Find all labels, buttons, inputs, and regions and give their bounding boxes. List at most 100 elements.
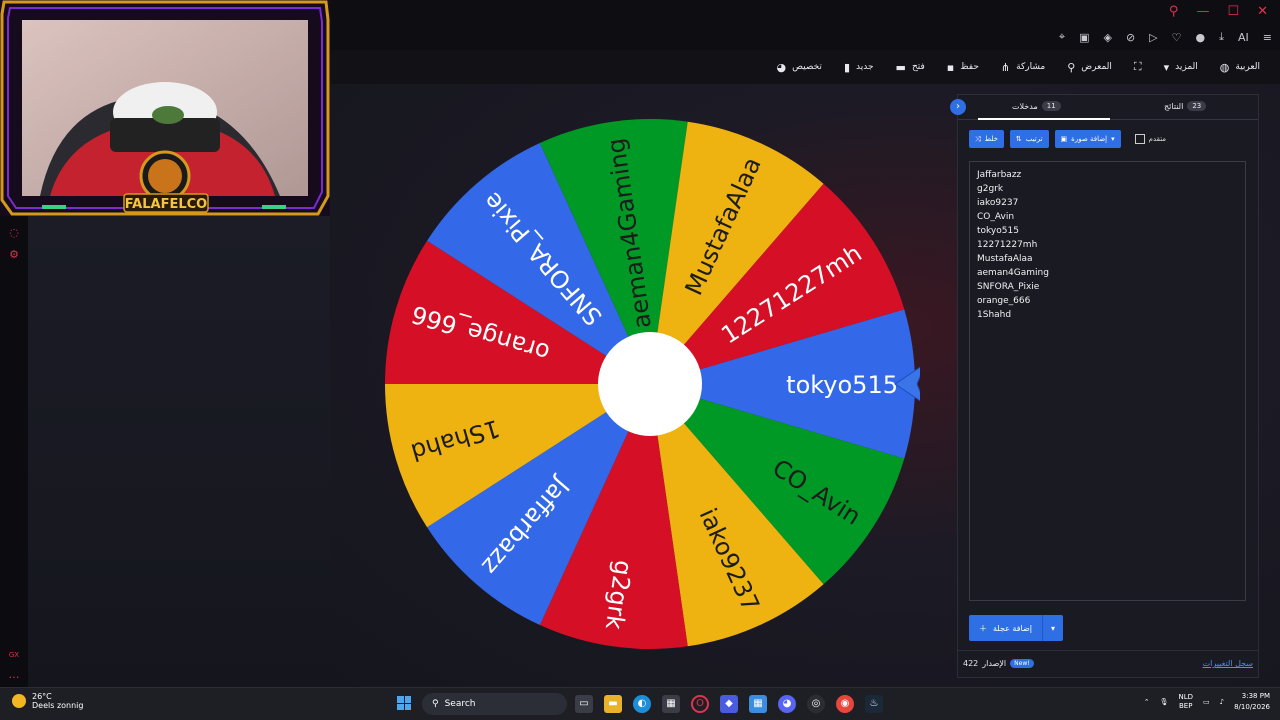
snapshot-icon[interactable]: ▣ (1079, 31, 1089, 44)
entry-line: tokyo515 (977, 226, 1019, 236)
volume-icon[interactable]: ♪ (1220, 698, 1224, 706)
toolbar-share[interactable]: ⋔ مشاركة (1001, 61, 1045, 74)
profile-icon[interactable]: ● (1196, 31, 1206, 44)
entries-count-badge: 11 (1041, 101, 1061, 111)
active-tab-underline (978, 118, 1110, 120)
toolbar-new[interactable]: ▮ جديد (844, 61, 874, 74)
weather-widget[interactable]: 26°C Deels zonnig (12, 692, 83, 710)
webcam-overlay: FALAFELCO (0, 0, 330, 216)
windows-app-icon[interactable]: ▦ (749, 695, 767, 713)
shuffle-button[interactable]: ⤨ خلط (969, 130, 1004, 148)
entry-line: 12271227mh (977, 240, 1038, 250)
clock[interactable]: 3:38 PM 8/10/2026 (1234, 691, 1270, 713)
adblock-icon[interactable]: ⊘ (1126, 31, 1135, 44)
wheel-center-hub[interactable] (598, 332, 702, 436)
sidebar-chat-icon[interactable]: ◌ (7, 226, 21, 240)
checkbox-box[interactable] (1134, 134, 1145, 144)
left-stage (28, 216, 330, 688)
sidebar-settings-icon[interactable]: ⚙ (7, 248, 21, 262)
toolbar-fullscreen[interactable]: ⛶ (1134, 60, 1142, 74)
entry-line: orange_666 (977, 296, 1031, 306)
advanced-checkbox[interactable]: متقدم (1134, 134, 1166, 144)
toolbar-customize[interactable]: ◕ تخصيص (776, 61, 821, 74)
share-icon: ⋔ (1000, 60, 1011, 74)
spin-wheel[interactable]: tokyo515CO_Aviniako9237g2grkJaffarbazz1S… (380, 114, 920, 654)
toolbar-language[interactable]: ◍ العربية (1220, 61, 1260, 74)
changelog-link[interactable]: سجل التغييرات (1203, 659, 1253, 668)
app-icon[interactable]: ◆ (720, 695, 738, 713)
shield-icon[interactable]: ◈ (1103, 31, 1111, 44)
file-icon: ▮ (843, 60, 851, 74)
add-wheel-button[interactable]: ＋ إضافة عجلة (969, 615, 1042, 641)
palette-icon: ◕ (776, 60, 787, 74)
tab-entries[interactable]: مدخلات 11 (1012, 101, 1061, 111)
chrome-icon[interactable]: ◉ (836, 695, 854, 713)
panel-tabs: › مدخلات 11 النتائج 23 (950, 95, 1258, 120)
results-count-badge: 23 (1187, 101, 1207, 111)
collapse-panel-button[interactable]: › (950, 99, 966, 115)
start-button[interactable] (397, 696, 411, 710)
ai-button[interactable]: AI (1238, 31, 1249, 44)
toolbar-more[interactable]: ▾ المزيد (1164, 61, 1198, 74)
save-icon: ▪ (946, 60, 955, 74)
language-indicator[interactable]: NLD BEP (1178, 693, 1193, 711)
entries-actions: ⤨ خلط ⇅ ترتيب ▣ إضافة صورة ▾ متقدم (969, 130, 1166, 148)
sort-icon: ⇅ (1015, 135, 1022, 143)
image-icon: ▣ (1060, 135, 1068, 143)
microphone-icon[interactable]: 🎙 (1160, 698, 1169, 706)
entry-line: aeman4Gaming (977, 268, 1049, 278)
file-explorer-icon[interactable]: ▬ (604, 695, 622, 713)
obs-icon[interactable]: ◎ (807, 695, 825, 713)
play-icon[interactable]: ▷ (1149, 31, 1157, 44)
menu-icon[interactable]: ≡ (1263, 31, 1272, 44)
wheel-segment-label: tokyo515 (786, 371, 898, 399)
close-icon[interactable]: ✕ (1257, 4, 1268, 19)
task-view-icon[interactable]: ▭ (575, 695, 593, 713)
opera-gx-icon[interactable]: O (691, 695, 709, 713)
pin-icon[interactable]: ⌖ (1059, 30, 1065, 44)
system-tray: ⌃ 🎙 NLD BEP ▭ ♪ 3:38 PM 8/10/2026 (1144, 691, 1270, 713)
tab-results[interactable]: النتائج 23 (1164, 101, 1207, 111)
taskbar-search[interactable]: ⚲ Search (422, 693, 567, 715)
entries-panel: › مدخلات 11 النتائج 23 ⤨ خلط ⇅ ترتيب ▣ إضاف… (950, 94, 1259, 678)
webcam-brand-logo: FALAFELCO (125, 197, 207, 212)
minimize-icon[interactable]: — (1196, 4, 1209, 19)
extensions-row: ⌖ ▣ ◈ ⊘ ▷ ♡ ● ⤓ AI ≡ (1059, 30, 1272, 44)
download-icon[interactable]: ⤓ (1219, 30, 1224, 44)
fullscreen-icon: ⛶ (1133, 60, 1142, 73)
entry-line: Jaffarbazz (977, 170, 1022, 180)
add-wheel-group: ＋ إضافة عجلة ▾ (969, 615, 1063, 641)
steam-icon[interactable]: ♨ (865, 695, 883, 713)
entry-line: 1Shahd (977, 310, 1012, 320)
taskbar: 26°C Deels zonnig ⚲ Search ▭ ▬ ◐ ▦ O ◆ ▦ … (0, 687, 1280, 720)
caret-down-icon: ▾ (1163, 60, 1170, 74)
add-image-button[interactable]: ▣ إضافة صورة ▾ (1054, 130, 1121, 148)
search-icon[interactable]: ⚲ (1169, 4, 1179, 19)
version-info: 422 الإصدار New! (963, 659, 1034, 668)
entries-textarea[interactable]: Jaffarbazz g2grk iako9237 CO_Avin tokyo515 12… (969, 161, 1246, 601)
sidebar-more-icon[interactable]: … (7, 668, 21, 682)
entry-line: MustafaAlaa (977, 254, 1033, 264)
window-controls: ⚲ — ☐ ✕ (1169, 4, 1268, 19)
toolbar-gallery[interactable]: ⚲ المعرض (1067, 61, 1112, 74)
new-badge: New! (1010, 659, 1034, 668)
heart-icon[interactable]: ♡ (1172, 31, 1182, 44)
display-icon[interactable]: ▭ (1203, 698, 1210, 706)
toolbar-save[interactable]: ▪ حفظ (947, 61, 979, 74)
entry-line: iako9237 (977, 198, 1019, 208)
maximize-icon[interactable]: ☐ (1227, 4, 1239, 19)
entry-line: CO_Avin (977, 212, 1015, 222)
sort-button[interactable]: ⇅ ترتيب (1009, 130, 1049, 148)
sidebar-gx-icon[interactable]: GX (7, 648, 21, 662)
toolbar-open[interactable]: ▬ فتح (896, 61, 925, 74)
search-icon: ⚲ (432, 699, 439, 709)
globe-icon: ◍ (1219, 60, 1230, 74)
edge-icon[interactable]: ◐ (633, 695, 651, 713)
add-wheel-dropdown[interactable]: ▾ (1041, 615, 1063, 641)
chevron-up-icon[interactable]: ⌃ (1144, 698, 1150, 706)
folder-icon: ▬ (895, 60, 906, 74)
app-toolbar: ◍ العربية ▾ المزيد ⛶ ⚲ المعرض ⋔ مشاركة ▪ حفظ … (330, 50, 1280, 84)
store-icon[interactable]: ▦ (662, 695, 680, 713)
search-icon: ⚲ (1067, 60, 1076, 74)
discord-icon[interactable]: ◕ (778, 695, 796, 713)
